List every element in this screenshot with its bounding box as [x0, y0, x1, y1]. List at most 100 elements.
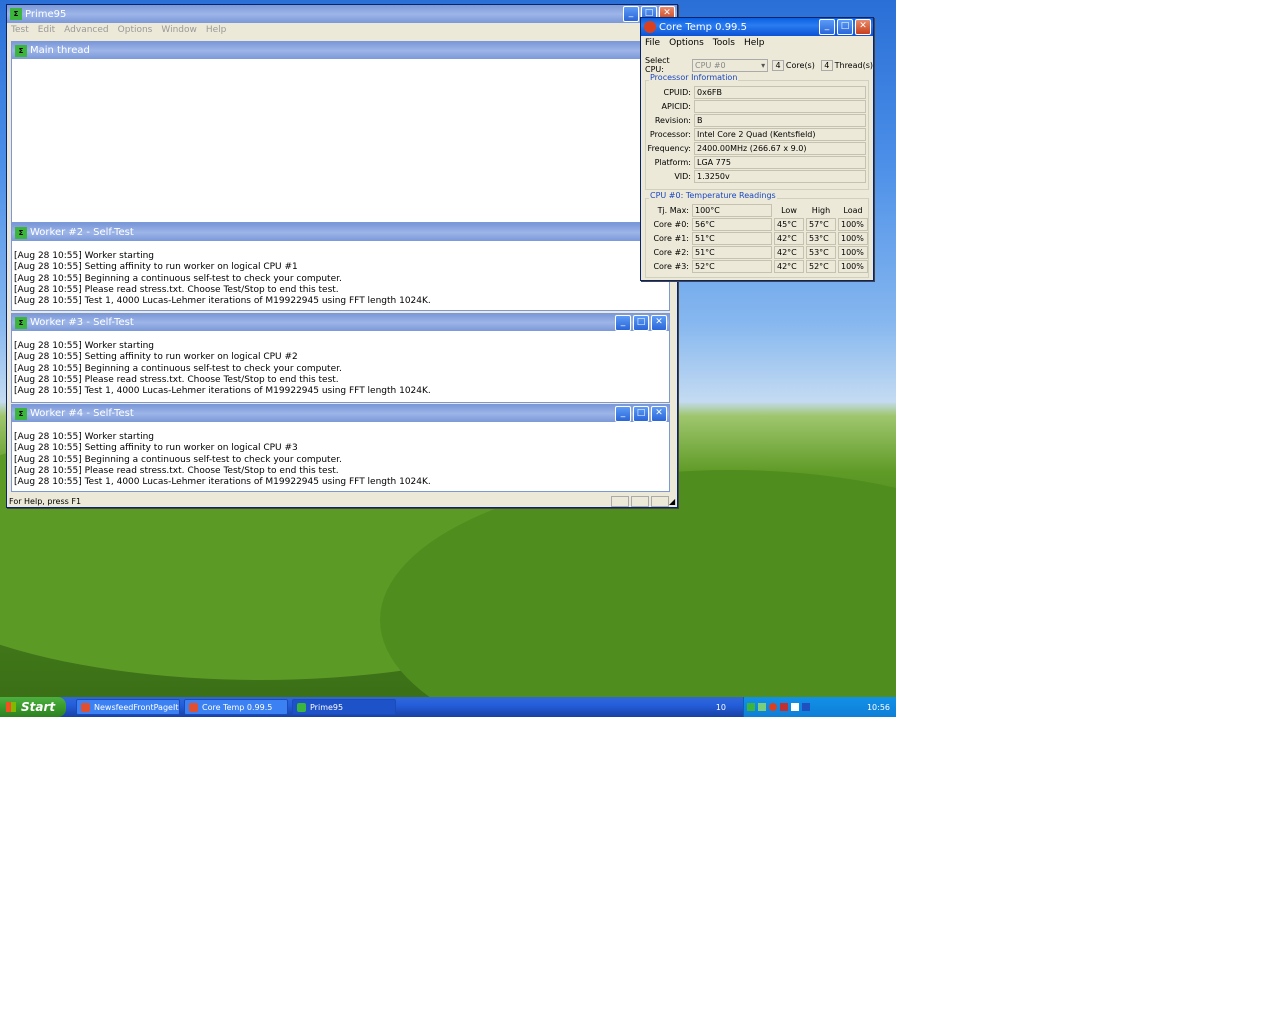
- worker-titlebar[interactable]: Σ Worker #3 - Self-Test _ □ ✕: [12, 314, 669, 331]
- menu-window[interactable]: Window: [161, 25, 197, 35]
- worker-window[interactable]: Σ Worker #2 - Self-Test _ [Aug 28 10:55]…: [11, 223, 670, 311]
- core-temp: 52°C: [692, 260, 772, 273]
- core-high: 53°C: [806, 246, 836, 259]
- menu-advanced[interactable]: Advanced: [64, 25, 108, 35]
- maximize-button[interactable]: □: [837, 19, 853, 35]
- menu-tools[interactable]: Tools: [713, 38, 735, 48]
- coretemp-title: Core Temp 0.99.5: [659, 21, 747, 33]
- log-line: [Aug 28 10:55] Test 1, 4000 Lucas-Lehmer…: [14, 296, 431, 307]
- log-line: [Aug 28 10:55] Worker starting: [14, 341, 155, 351]
- menu-file[interactable]: File: [645, 38, 660, 48]
- tjmax-row: Tj. Max: 100°C Low High Load: [645, 204, 870, 217]
- log-line: [Aug 28 10:55] Please read stress.txt. C…: [14, 374, 339, 385]
- core-high: 57°C: [806, 218, 836, 231]
- worker-title: Worker #4 - Self-Test: [30, 408, 134, 419]
- taskbar-item-coretemp[interactable]: Core Temp 0.99.5: [184, 699, 288, 715]
- tray-text: 10: [715, 702, 726, 712]
- info-value: 2400.00MHz (266.67 x 9.0): [694, 142, 866, 155]
- worker-titlebar[interactable]: Σ Worker #4 - Self-Test _ □ ✕: [12, 405, 669, 422]
- core-load: 100%: [838, 260, 868, 273]
- start-label: Start: [21, 700, 56, 714]
- taskbar-item-prime95[interactable]: Prime95: [292, 699, 396, 715]
- core-label: Core #0:: [653, 220, 689, 229]
- select-cpu-label: Select CPU:: [645, 56, 670, 74]
- taskbar-item-browser[interactable]: NewsfeedFrontPageIt & ...: [76, 699, 180, 715]
- log-line: [Aug 28 10:55] Test 1, 4000 Lucas-Lehmer…: [14, 477, 431, 488]
- prime95-window[interactable]: Σ Prime95 _ □ ✕ Test Edit Advanced Optio…: [6, 4, 678, 508]
- prime95-icon: [297, 702, 306, 712]
- menu-help[interactable]: Help: [206, 25, 227, 35]
- info-value: 0x6FB: [694, 86, 866, 99]
- worker-window[interactable]: Σ Worker #4 - Self-Test _ □ ✕ [Aug 28 10…: [11, 404, 670, 492]
- taskbar-item-label: Core Temp 0.99.5: [202, 702, 273, 712]
- info-row: Revision: B: [643, 114, 866, 127]
- start-button[interactable]: Start: [0, 697, 66, 717]
- prime95-icon: Σ: [15, 44, 27, 57]
- info-row: VID: 1.3250v: [643, 170, 866, 183]
- main-thread-title: Main thread: [30, 45, 90, 56]
- security-icon[interactable]: [780, 703, 788, 711]
- volume-icon[interactable]: [802, 703, 810, 711]
- main-thread-window[interactable]: Σ Main thread _: [11, 41, 670, 223]
- info-row: Frequency: 2400.00MHz (266.67 x 9.0): [643, 142, 866, 155]
- menu-edit[interactable]: Edit: [38, 25, 55, 35]
- log-line: [Aug 28 10:55] Worker starting: [14, 251, 155, 261]
- clock[interactable]: 10:56: [867, 703, 890, 712]
- core-temp-row: Core #3: 52°C 42°C 52°C 100%: [645, 260, 870, 273]
- log-line: [Aug 28 10:55] Setting affinity to run w…: [14, 443, 298, 454]
- info-label: Platform:: [654, 158, 691, 167]
- prime95-icon: Σ: [15, 226, 27, 239]
- status-text: For Help, press F1: [9, 496, 82, 506]
- threads-value: 4: [820, 59, 833, 71]
- menu-help[interactable]: Help: [744, 38, 765, 48]
- info-label: APICID:: [661, 102, 691, 111]
- info-label: Revision:: [654, 116, 691, 125]
- prime95-titlebar[interactable]: Σ Prime95 _ □ ✕: [7, 5, 677, 23]
- maximize-button[interactable]: □: [633, 405, 649, 422]
- menu-options[interactable]: Options: [669, 38, 704, 48]
- maximize-button[interactable]: □: [633, 314, 649, 331]
- taskbar-item-label: NewsfeedFrontPageIt & ...: [94, 702, 179, 712]
- coretemp-menubar: File Options Tools Help: [641, 36, 873, 50]
- core-label: Core #3:: [653, 262, 689, 271]
- info-value: 1.3250v: [694, 170, 866, 183]
- core-load: 100%: [838, 232, 868, 245]
- network-icon[interactable]: [758, 703, 766, 711]
- prime95-tray-icon[interactable]: [747, 703, 755, 711]
- prime95-menubar: Test Edit Advanced Options Window Help: [7, 23, 677, 37]
- info-label: VID:: [674, 172, 691, 181]
- minimize-button[interactable]: _: [615, 405, 631, 422]
- worker-window[interactable]: Σ Worker #3 - Self-Test _ □ ✕ [Aug 28 10…: [11, 313, 670, 403]
- temperature-icon[interactable]: [769, 703, 777, 711]
- resize-grip-icon[interactable]: ◢: [669, 497, 677, 506]
- prime95-statusbar: For Help, press F1 ◢: [7, 495, 677, 507]
- chevron-down-icon: ▾: [761, 60, 766, 70]
- prime95-icon: Σ: [15, 316, 27, 329]
- menu-test[interactable]: Test: [11, 25, 29, 35]
- main-thread-titlebar[interactable]: Σ Main thread _: [12, 42, 669, 59]
- minimize-button[interactable]: _: [623, 6, 639, 22]
- core-high: 52°C: [806, 260, 836, 273]
- windows-logo-icon: [6, 702, 16, 712]
- coretemp-titlebar[interactable]: Core Temp 0.99.5 _ □ ✕: [641, 18, 873, 36]
- coretemp-window[interactable]: Core Temp 0.99.5 _ □ ✕ File Options Tool…: [640, 17, 874, 281]
- tjmax-value: 100°C: [692, 204, 772, 217]
- worker-titlebar[interactable]: Σ Worker #2 - Self-Test _: [12, 224, 669, 241]
- info-row: Platform: LGA 775: [643, 156, 866, 169]
- close-button[interactable]: ✕: [651, 405, 667, 422]
- taskbar: Start NewsfeedFrontPageIt & ... Core Tem…: [0, 697, 896, 717]
- media-icon[interactable]: [791, 703, 799, 711]
- close-button[interactable]: ✕: [855, 19, 871, 35]
- minimize-button[interactable]: _: [615, 314, 631, 331]
- minimize-button[interactable]: _: [819, 19, 835, 35]
- log-line: [Aug 28 10:55] Please read stress.txt. C…: [14, 465, 339, 476]
- worker-log: [Aug 28 10:55] Worker starting [Aug 28 1…: [12, 422, 669, 488]
- close-button[interactable]: ✕: [651, 314, 667, 331]
- cpu-select[interactable]: CPU #0 ▾: [692, 58, 769, 72]
- core-low: 42°C: [774, 232, 804, 245]
- core-label: Core #2:: [653, 248, 689, 257]
- menu-options[interactable]: Options: [118, 25, 153, 35]
- prime95-icon: Σ: [10, 8, 22, 20]
- info-row: APICID:: [643, 100, 866, 113]
- col-header-load: Load: [843, 206, 863, 215]
